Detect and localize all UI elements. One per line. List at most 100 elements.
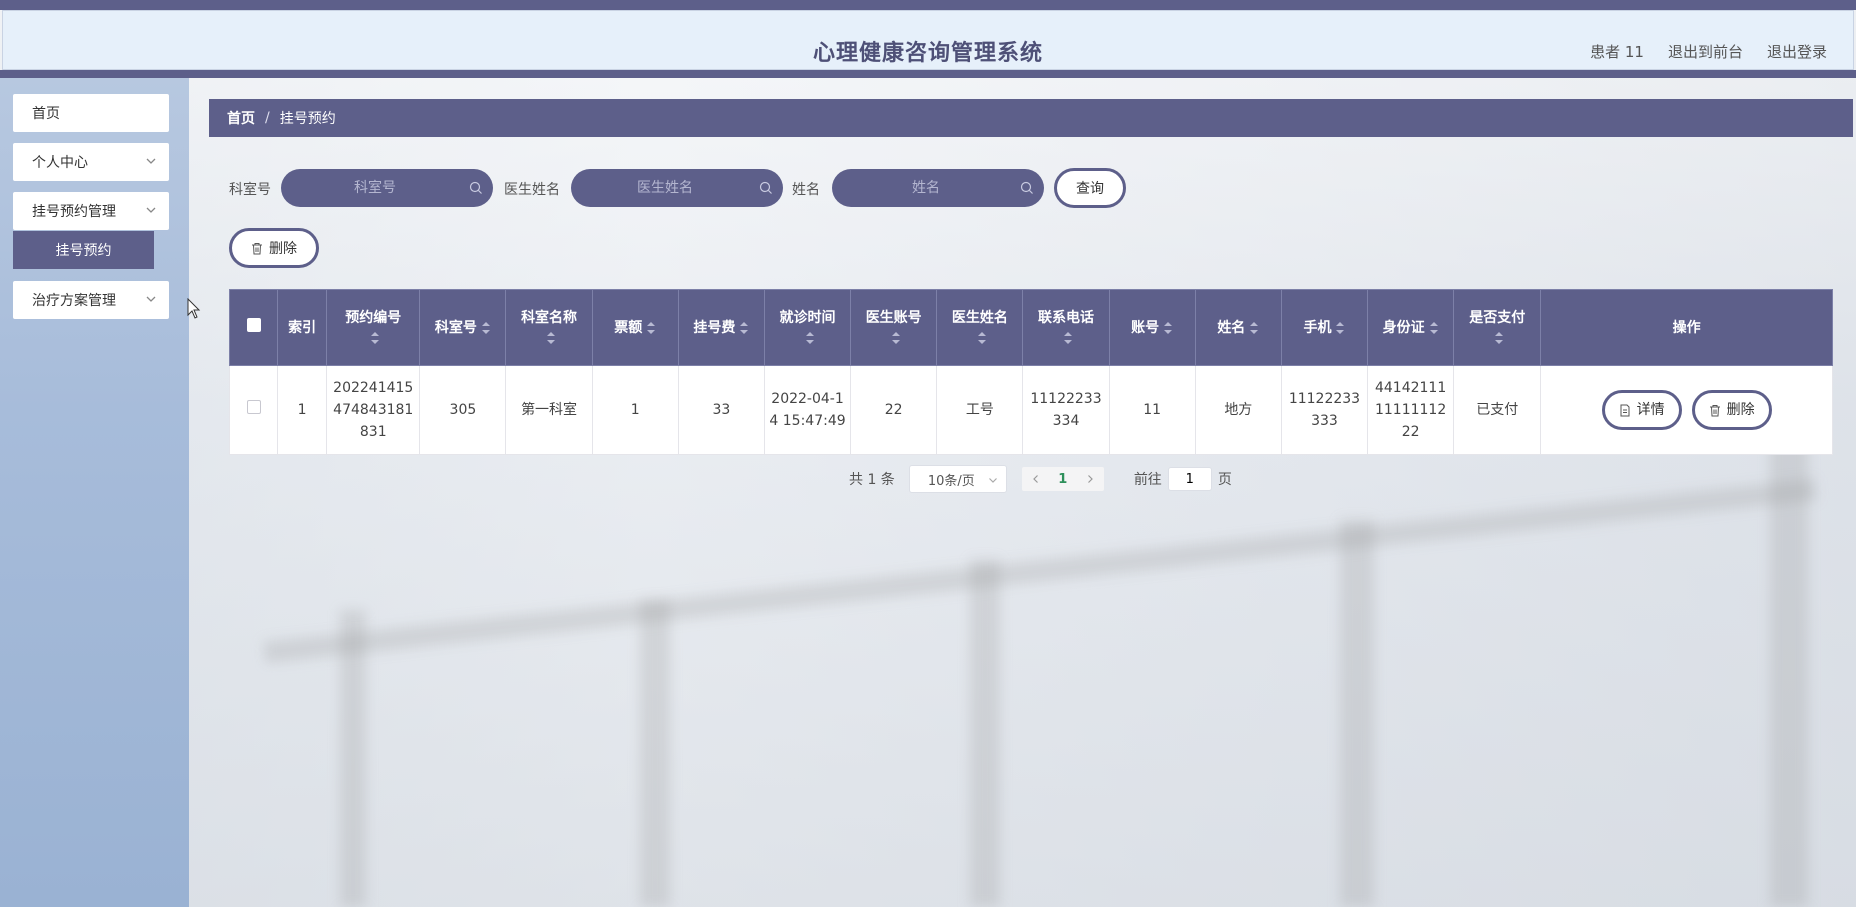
col-header[interactable]: 是否支付 xyxy=(1453,289,1542,366)
page-nav: 1 xyxy=(1021,467,1104,491)
goto-page-input[interactable] xyxy=(1167,467,1212,491)
background-rail xyxy=(263,478,1817,664)
row-select-cell xyxy=(228,365,279,455)
row-delete-button[interactable]: 删除 xyxy=(1691,390,1772,430)
col-header-label: 票额 xyxy=(614,319,643,336)
doctor-name-label: 医生姓名 xyxy=(504,182,560,198)
col-header[interactable]: 医生账号 xyxy=(850,289,938,366)
chevron-down-icon xyxy=(988,478,997,483)
col-header-label: 是否支付 xyxy=(1469,309,1526,326)
sort-icon[interactable] xyxy=(546,331,556,345)
breadcrumb-home[interactable]: 首页 xyxy=(227,108,255,128)
sort-icon[interactable] xyxy=(646,321,656,335)
cell-mobile: 11122233333 xyxy=(1280,365,1369,455)
back-to-front-link[interactable]: 退出到前台 xyxy=(1668,41,1743,62)
batch-delete-button[interactable]: 删除 xyxy=(229,228,319,268)
user-name-link[interactable]: 患者 11 xyxy=(1590,41,1644,62)
sidebar-item-label: 挂号预约管理 xyxy=(32,204,116,220)
sidebar-item-treatment-plan-management[interactable]: 治疗方案管理 xyxy=(13,281,169,319)
col-header[interactable]: 科室名称 xyxy=(505,289,593,366)
cell-room-name: 第一科室 xyxy=(505,365,593,455)
sidebar-item-label: 首页 xyxy=(32,106,60,122)
next-page-button[interactable] xyxy=(1076,467,1104,491)
sort-icon[interactable] xyxy=(1335,321,1345,335)
col-header-label: 预约编号 xyxy=(345,309,402,326)
table-header-row: 索引 预约编号 科室号 科室名称 票额 挂号费 就诊时间 医生账号 医生姓名 联… xyxy=(228,289,1833,366)
cell-account: 11 xyxy=(1108,365,1196,455)
cell-doctor-name: 工号 xyxy=(936,365,1024,455)
col-header-label: 操作 xyxy=(1672,319,1701,336)
chevron-left-icon xyxy=(1032,475,1038,483)
col-header-label: 身份证 xyxy=(1382,319,1425,336)
col-header[interactable]: 票额 xyxy=(591,289,679,366)
cell-visit-time: 2022-04-14 15:47:49 xyxy=(763,365,852,455)
doctor-name-input[interactable] xyxy=(571,169,783,207)
page-number[interactable]: 1 xyxy=(1050,472,1076,487)
sort-icon[interactable] xyxy=(1163,321,1173,335)
col-header: 操作 xyxy=(1540,289,1833,366)
cell-quota: 1 xyxy=(591,365,679,455)
col-header-label: 联系电话 xyxy=(1038,309,1094,326)
row-checkbox[interactable] xyxy=(246,400,261,414)
sort-icon[interactable] xyxy=(1429,321,1439,335)
mouse-cursor-icon xyxy=(187,298,201,319)
sidebar-item-appointment-management[interactable]: 挂号预约管理 xyxy=(13,192,169,230)
sort-icon[interactable] xyxy=(891,331,901,345)
sidebar-subitem-appointment[interactable]: 挂号预约 xyxy=(13,231,154,269)
appointment-table: 索引 预约编号 科室号 科室名称 票额 挂号费 就诊时间 医生账号 医生姓名 联… xyxy=(228,289,1833,455)
col-header[interactable]: 挂号费 xyxy=(677,289,765,366)
prev-page-button[interactable] xyxy=(1022,467,1050,491)
breadcrumb: 首页 / 挂号预约 xyxy=(209,99,1853,137)
col-header[interactable]: 联系电话 xyxy=(1022,289,1110,366)
sort-icon[interactable] xyxy=(977,331,987,345)
sort-icon[interactable] xyxy=(481,321,491,335)
breadcrumb-separator: / xyxy=(265,110,270,126)
sidebar-item-home[interactable]: 首页 xyxy=(13,94,169,132)
page-size-value: 10条/页 xyxy=(927,473,975,489)
room-no-label: 科室号 xyxy=(229,182,271,198)
col-header-label: 手机 xyxy=(1303,319,1332,336)
sort-icon[interactable] xyxy=(1249,321,1259,335)
cell-fee: 33 xyxy=(677,365,765,455)
document-icon xyxy=(1620,404,1630,416)
search-icon xyxy=(759,181,772,194)
query-button[interactable]: 查询 xyxy=(1054,168,1126,208)
col-header[interactable]: 手机 xyxy=(1280,289,1369,366)
col-header-label: 就诊时间 xyxy=(779,309,836,326)
name-field xyxy=(832,169,1044,207)
room-no-input[interactable] xyxy=(281,169,493,207)
select-all-checkbox[interactable] xyxy=(246,317,261,332)
sort-icon[interactable] xyxy=(1494,331,1504,345)
search-icon xyxy=(469,181,482,194)
select-all-header xyxy=(228,289,279,366)
col-header[interactable]: 医生姓名 xyxy=(936,289,1024,366)
sort-icon[interactable] xyxy=(1063,331,1073,345)
name-input[interactable] xyxy=(832,169,1044,207)
page-size-select[interactable]: 10条/页 xyxy=(908,465,1007,493)
chevron-up-icon xyxy=(146,207,156,213)
detail-button[interactable]: 详情 xyxy=(1601,390,1682,430)
cell-id-card: 441421111111111222 xyxy=(1367,365,1455,455)
col-header[interactable]: 预约编号 xyxy=(326,289,421,366)
breadcrumb-current: 挂号预约 xyxy=(279,111,336,127)
logout-link[interactable]: 退出登录 xyxy=(1767,41,1827,62)
sidebar-item-personal-center[interactable]: 个人中心 xyxy=(13,143,169,181)
col-header[interactable]: 身份证 xyxy=(1367,289,1455,366)
background-post xyxy=(640,600,670,907)
col-header-label: 医生账号 xyxy=(865,309,922,326)
col-header[interactable]: 账号 xyxy=(1108,289,1196,366)
col-header[interactable]: 就诊时间 xyxy=(763,289,852,366)
sort-icon[interactable] xyxy=(370,331,380,345)
page-suffix: 页 xyxy=(1217,472,1232,488)
chevron-down-icon xyxy=(146,296,156,302)
detail-label: 详情 xyxy=(1636,402,1665,418)
col-header[interactable]: 姓名 xyxy=(1194,289,1282,366)
background-post xyxy=(1770,440,1808,907)
sort-icon[interactable] xyxy=(805,331,815,345)
cell-actions: 详情 删除 xyxy=(1540,365,1833,455)
sort-icon[interactable] xyxy=(739,321,749,335)
col-header-label: 索引 xyxy=(288,319,317,336)
background-post xyxy=(1340,520,1374,907)
col-header-label: 姓名 xyxy=(1217,319,1246,336)
col-header[interactable]: 科室号 xyxy=(419,289,507,366)
